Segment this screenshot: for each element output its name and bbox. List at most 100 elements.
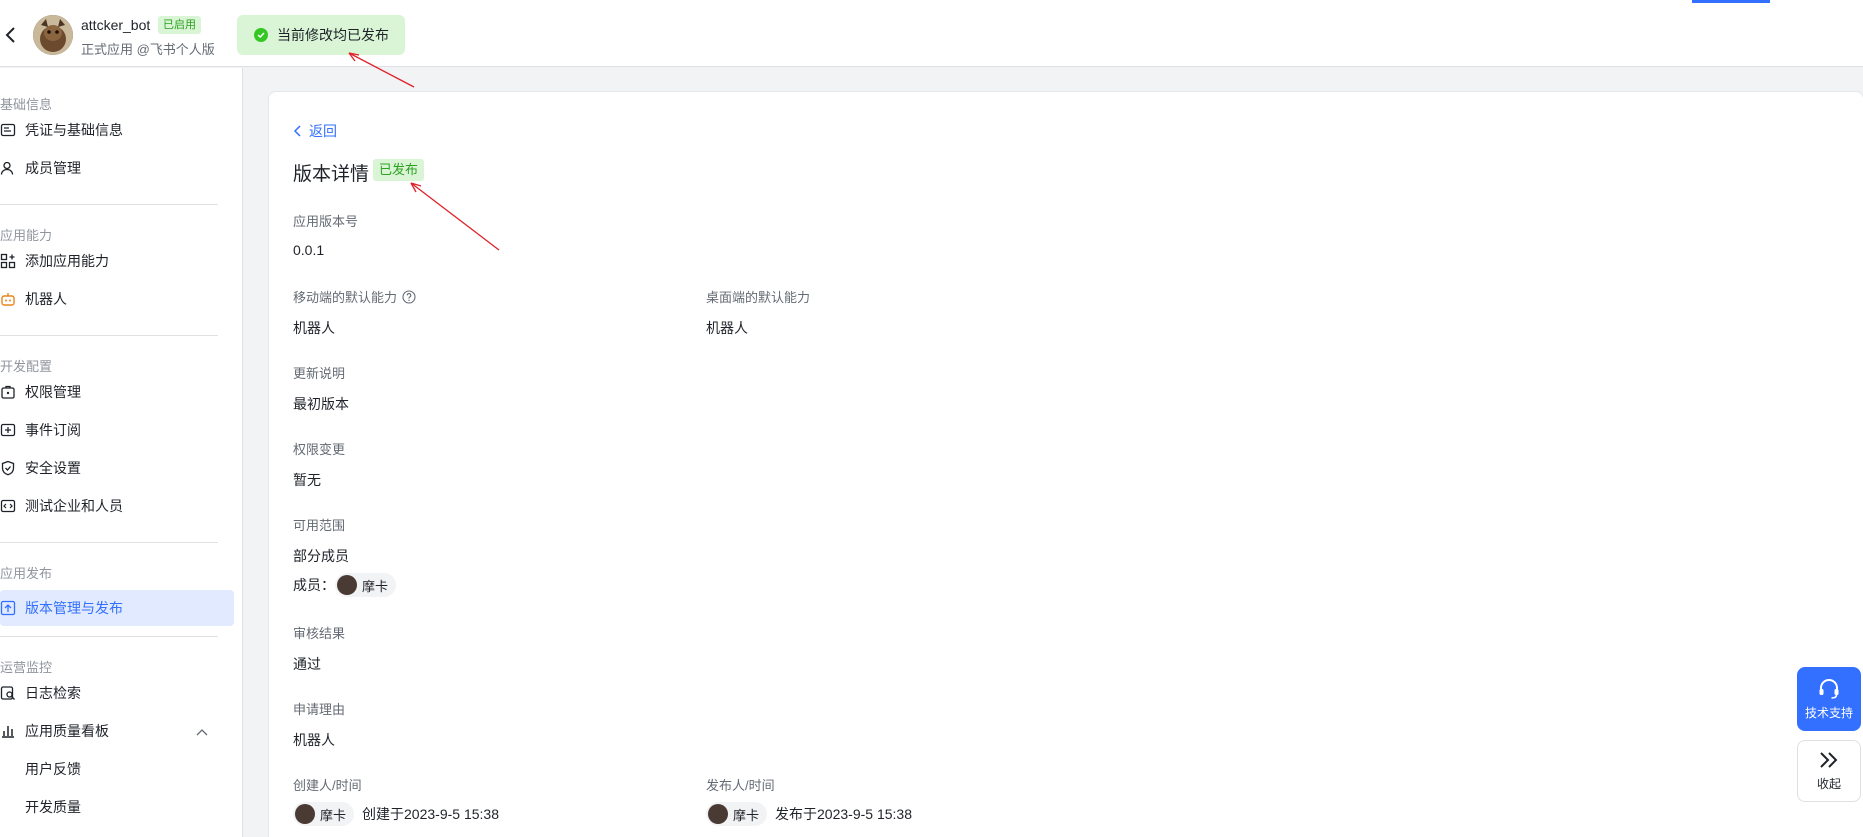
help-icon[interactable] bbox=[402, 289, 416, 304]
nav-group-capability: 应用能力 bbox=[0, 228, 53, 243]
version-value: 0.0.1 bbox=[293, 242, 325, 258]
review-result-value: 通过 bbox=[293, 656, 321, 672]
add-capability-icon bbox=[0, 253, 16, 269]
sidebar-item-quality-board[interactable]: 应用质量看板 bbox=[0, 713, 234, 749]
sidebar-item-label: 测试企业和人员 bbox=[25, 498, 123, 514]
scope-value: 部分成员 bbox=[293, 548, 349, 564]
publisher-row: 摩卡 发布于2023-9-5 15:38 bbox=[706, 802, 912, 826]
status-badge: 已发布 bbox=[373, 159, 425, 181]
sidebar-item-credentials[interactable]: 凭证与基础信息 bbox=[0, 112, 234, 148]
update-notes-label: 更新说明 bbox=[293, 366, 346, 381]
upload-icon bbox=[0, 600, 16, 616]
chevron-left-icon bbox=[293, 125, 301, 137]
page-title: 版本详情 bbox=[293, 164, 370, 185]
permission-change-label: 权限变更 bbox=[293, 442, 346, 457]
creator-label: 创建人/时间 bbox=[293, 778, 362, 793]
sidebar-item-label: 事件订阅 bbox=[25, 422, 81, 438]
credential-icon bbox=[0, 122, 16, 138]
sidebar-item-dev-quality[interactable]: 开发质量 bbox=[0, 789, 234, 825]
permission-icon bbox=[0, 384, 16, 400]
top-bar: attcker_bot 已启用 正式应用 @飞书个人版 当前修改均已发布 bbox=[0, 0, 1863, 67]
creator-row: 摩卡 创建于2023-9-5 15:38 bbox=[293, 802, 499, 826]
collapse-label: 收起 bbox=[1816, 777, 1841, 791]
bar-chart-icon bbox=[0, 723, 16, 739]
publisher-name: 摩卡 bbox=[733, 807, 760, 823]
version-label: 应用版本号 bbox=[293, 214, 359, 229]
mobile-capability-value: 机器人 bbox=[293, 320, 335, 336]
creator-name: 摩卡 bbox=[320, 807, 347, 823]
created-time: 创建于2023-9-5 15:38 bbox=[362, 806, 499, 822]
robot-icon bbox=[0, 291, 16, 307]
sidebar-item-members[interactable]: 成员管理 bbox=[0, 150, 234, 186]
sidebar-item-events[interactable]: 事件订阅 bbox=[0, 412, 234, 448]
enabled-status-badge: 已启用 bbox=[158, 16, 201, 34]
publisher-chip[interactable]: 摩卡 bbox=[706, 802, 768, 826]
sidebar-divider bbox=[0, 636, 218, 637]
sidebar-item-label: 用户反馈 bbox=[25, 761, 81, 777]
double-chevron-right-icon bbox=[1820, 752, 1838, 768]
toast-text: 当前修改均已发布 bbox=[277, 27, 389, 43]
sidebar-item-label: 添加应用能力 bbox=[25, 253, 109, 269]
members-row: 成员： 摩卡 bbox=[293, 573, 397, 597]
back-link[interactable]: 返回 bbox=[293, 121, 337, 141]
apply-reason-value: 机器人 bbox=[293, 732, 335, 748]
sidebar-item-label: 凭证与基础信息 bbox=[25, 122, 123, 138]
creator-chip[interactable]: 摩卡 bbox=[293, 802, 355, 826]
avatar bbox=[337, 575, 357, 595]
publish-toast: 当前修改均已发布 bbox=[237, 15, 405, 55]
mobile-capability-label-text: 移动端的默认能力 bbox=[293, 290, 398, 305]
sidebar-item-permissions[interactable]: 权限管理 bbox=[0, 374, 234, 410]
sidebar-item-add-capability[interactable]: 添加应用能力 bbox=[0, 243, 234, 279]
app-avatar bbox=[33, 15, 73, 55]
members-prefix: 成员： bbox=[293, 577, 335, 593]
log-search-icon bbox=[0, 685, 16, 701]
update-notes-value: 最初版本 bbox=[293, 396, 349, 412]
sidebar-divider bbox=[0, 204, 218, 205]
avatar bbox=[295, 804, 315, 824]
nav-group-publish: 应用发布 bbox=[0, 566, 53, 581]
member-name: 摩卡 bbox=[362, 578, 389, 594]
sidebar-item-label: 应用质量看板 bbox=[25, 723, 109, 739]
published-time: 发布于2023-9-5 15:38 bbox=[775, 806, 912, 822]
sidebar-item-label: 成员管理 bbox=[25, 160, 81, 176]
sidebar-item-label: 版本管理与发布 bbox=[25, 600, 123, 616]
desktop-capability-label: 桌面端的默认能力 bbox=[706, 290, 811, 305]
nav-group-monitoring: 运营监控 bbox=[0, 660, 53, 675]
back-arrow-icon[interactable] bbox=[0, 20, 22, 50]
sidebar-divider bbox=[0, 335, 218, 336]
app-name: attcker_bot bbox=[81, 17, 151, 33]
member-icon bbox=[0, 160, 16, 176]
app-subtitle: 正式应用 @飞书个人版 bbox=[81, 42, 215, 57]
scope-label: 可用范围 bbox=[293, 518, 346, 533]
check-circle-icon bbox=[254, 28, 268, 42]
sidebar: 基础信息 凭证与基础信息 成员管理 应用能力 添加应用能力 机器人 开发配置 权… bbox=[0, 68, 243, 837]
code-icon bbox=[0, 498, 16, 514]
sidebar-item-label: 机器人 bbox=[25, 291, 67, 307]
review-result-label: 审核结果 bbox=[293, 626, 346, 641]
sidebar-item-log-search[interactable]: 日志检索 bbox=[0, 675, 234, 711]
collapse-button[interactable]: 收起 bbox=[1797, 740, 1861, 802]
apply-reason-label: 申请理由 bbox=[293, 702, 346, 717]
sidebar-item-test-users[interactable]: 测试企业和人员 bbox=[0, 488, 234, 524]
nav-group-dev-config: 开发配置 bbox=[0, 359, 53, 374]
mobile-capability-label: 移动端的默认能力 bbox=[293, 287, 416, 306]
avatar bbox=[708, 804, 728, 824]
member-chip[interactable]: 摩卡 bbox=[335, 573, 397, 597]
tech-support-label: 技术支持 bbox=[1804, 706, 1853, 720]
sidebar-item-robot[interactable]: 机器人 bbox=[0, 281, 234, 317]
chevron-up-icon[interactable] bbox=[196, 723, 208, 739]
event-icon bbox=[0, 422, 16, 438]
version-detail-card: 返回 版本详情 已发布 应用版本号 0.0.1 移动端的默认能力 机器人 桌面端… bbox=[268, 91, 1863, 837]
back-link-label: 返回 bbox=[309, 123, 337, 139]
shield-icon bbox=[0, 460, 16, 476]
sidebar-item-security[interactable]: 安全设置 bbox=[0, 450, 234, 486]
sidebar-item-label: 安全设置 bbox=[25, 460, 81, 476]
headset-icon bbox=[1819, 679, 1839, 699]
sidebar-item-label: 开发质量 bbox=[25, 799, 81, 815]
desktop-capability-value: 机器人 bbox=[706, 320, 748, 336]
nav-group-basic: 基础信息 bbox=[0, 97, 53, 112]
sidebar-item-version-publish[interactable]: 版本管理与发布 bbox=[0, 590, 234, 626]
sidebar-item-label: 日志检索 bbox=[25, 685, 81, 701]
tech-support-button[interactable]: 技术支持 bbox=[1797, 667, 1861, 731]
sidebar-item-user-feedback[interactable]: 用户反馈 bbox=[0, 751, 234, 787]
